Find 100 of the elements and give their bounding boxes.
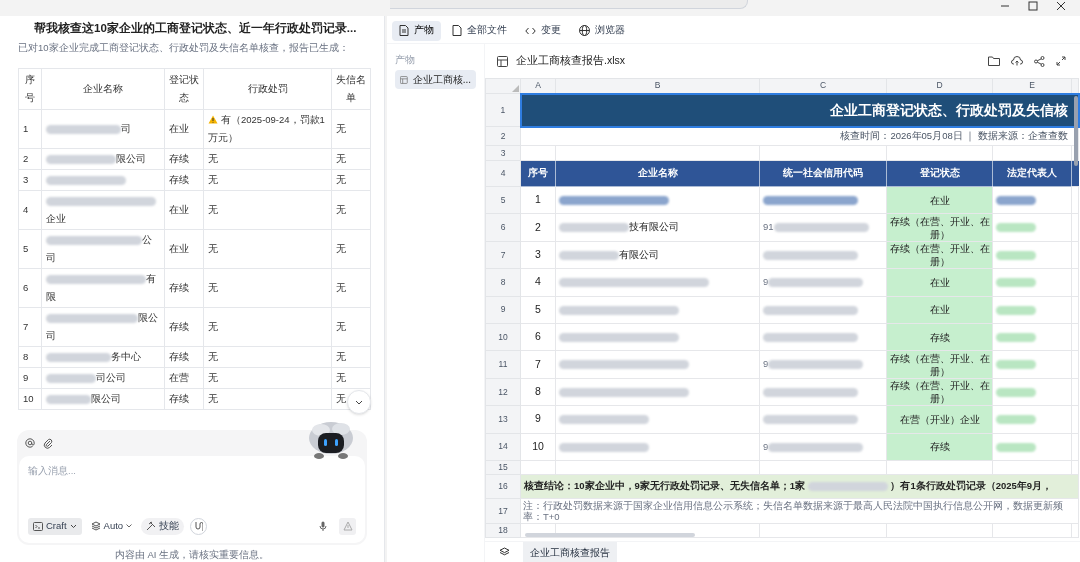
column-header[interactable]: E	[992, 78, 1072, 94]
table-cell: 7	[18, 307, 42, 347]
column-header: 登记状态	[164, 68, 204, 110]
row-header[interactable]: 14	[485, 433, 521, 461]
table-cell: 无	[331, 148, 371, 170]
table-cell: 无	[203, 148, 332, 170]
table-cell: 限公司	[41, 148, 165, 170]
sheet-cell: 存续（在营、开业、在册）	[886, 213, 993, 242]
table-cell: 限公司	[41, 307, 165, 347]
column-header[interactable]: C	[759, 78, 887, 94]
table-cell: 企业	[41, 190, 165, 230]
caret-icon	[69, 523, 77, 529]
redaction-mark	[46, 353, 111, 362]
mode-dropdown[interactable]: Craft	[28, 517, 82, 535]
column-header[interactable]: B	[555, 78, 760, 94]
paperclip-icon[interactable]	[43, 437, 53, 449]
sheet-title: 企业工商登记状态、行政处罚及失信核	[520, 93, 1079, 127]
vertical-scrollbar[interactable]	[1074, 96, 1078, 166]
horizontal-scrollbar[interactable]	[525, 533, 695, 537]
table-cell: 存续	[164, 307, 204, 347]
route-icon	[194, 521, 204, 531]
row-header[interactable]: 7	[485, 241, 521, 269]
row-header[interactable]: 11	[485, 350, 521, 379]
sheet-cell: 9	[759, 433, 887, 461]
sheet-cell: 9	[759, 350, 887, 379]
table-cell: 2	[18, 148, 42, 170]
globe-icon	[579, 25, 590, 36]
panel-tab[interactable]: 全部文件	[445, 20, 514, 41]
table-cell: 无	[331, 109, 371, 149]
table-cell: 9	[18, 367, 42, 389]
share-icon[interactable]	[1034, 55, 1045, 67]
panel-tab[interactable]: 浏览器	[572, 20, 632, 41]
sidebar-item[interactable]: 企业工商核...	[395, 70, 476, 89]
file-name: 企业工商核查报告.xlsx	[516, 53, 626, 69]
redaction-mark	[996, 333, 1036, 342]
note-text: 注：行政处罚数据来源于国家企业信用信息公示系统；失信名单数据来源于最高人民法院中国执行信息公开网，数据更新频率：T+0	[520, 498, 1079, 524]
row-header[interactable]: 12	[485, 378, 521, 406]
column-header: 行政处罚	[203, 68, 332, 110]
column-header[interactable]: A	[520, 78, 556, 94]
cloud-upload-icon[interactable]	[1011, 56, 1023, 66]
sheet-cell: 存续	[886, 323, 993, 351]
table-cell: 无	[203, 307, 332, 347]
row-header[interactable]: 17	[485, 498, 521, 524]
mention-icon[interactable]	[25, 438, 35, 449]
expand-icon[interactable]	[1056, 56, 1066, 66]
sheet-cell: 6	[520, 323, 556, 351]
column-header: 企业名称	[41, 68, 165, 110]
row-header[interactable]: 4	[485, 160, 521, 187]
redaction-mark	[996, 250, 1036, 260]
table-cell: 无	[331, 268, 371, 308]
table-cell: 无	[203, 229, 332, 269]
redaction-mark	[996, 415, 1036, 425]
redaction-mark	[996, 442, 1036, 452]
sheet-cell: 91	[759, 213, 887, 242]
message-input[interactable]: 输入消息...	[28, 464, 356, 479]
folder-icon[interactable]	[988, 56, 1000, 66]
row-header[interactable]: 1	[485, 93, 521, 127]
row-header[interactable]: 10	[485, 323, 521, 351]
table-cell: 存续	[164, 346, 204, 368]
sheet-cell: 5	[520, 296, 556, 324]
row-header[interactable]: 8	[485, 268, 521, 297]
column-header: 序号	[18, 68, 42, 110]
close-icon[interactable]	[1056, 1, 1066, 11]
sheet-tab[interactable]: 企业工商核查报告	[523, 542, 617, 562]
skill-button[interactable]: 技能	[141, 517, 185, 535]
redaction-mark	[996, 360, 1036, 370]
sheet-cell: 技有限公司	[555, 213, 760, 242]
table-icon	[497, 55, 508, 67]
redaction-mark	[996, 387, 1036, 397]
column-header[interactable]: D	[886, 78, 993, 94]
row-header[interactable]: 16	[485, 474, 521, 499]
table-cell: 司	[41, 109, 165, 149]
maximize-icon[interactable]	[1028, 1, 1038, 11]
sheet-cell: 7	[520, 350, 556, 379]
model-dropdown[interactable]: Auto	[87, 517, 136, 535]
row-header[interactable]: 9	[485, 296, 521, 324]
sheet-cell: 9	[759, 268, 887, 297]
hammer-icon	[146, 521, 157, 532]
document-icon	[399, 25, 409, 36]
row-header[interactable]: 6	[485, 213, 521, 242]
row-header[interactable]: 13	[485, 405, 521, 433]
sheet-header-cell: 统一社会信用代码	[759, 160, 887, 187]
redaction-mark	[996, 196, 1036, 206]
row-header[interactable]: 5	[485, 186, 521, 214]
panel-tab[interactable]: 变更	[518, 20, 568, 41]
layers-icon	[90, 521, 101, 532]
sheet-cell: 存续（在营、开业、在册）	[886, 350, 993, 379]
disclaimer-text: 内容由 AI 生成，请核实重要信息。	[113, 547, 271, 562]
layers-icon[interactable]	[498, 547, 510, 557]
sheet-cell: 1	[520, 186, 556, 214]
table-cell: 存续	[164, 169, 204, 191]
table-cell: 存续	[164, 148, 204, 170]
column-header: 失信名单	[331, 68, 371, 110]
panel-tab[interactable]: 产物	[392, 20, 441, 41]
sheet-cell: 存续（在营、开业、在册）	[886, 241, 993, 269]
microphone-icon[interactable]	[319, 520, 327, 532]
sheet-header-cell: 法定代表人	[992, 160, 1072, 187]
file-icon	[452, 25, 462, 36]
table-cell: 无	[203, 190, 332, 230]
table-cell: 8	[18, 346, 42, 368]
